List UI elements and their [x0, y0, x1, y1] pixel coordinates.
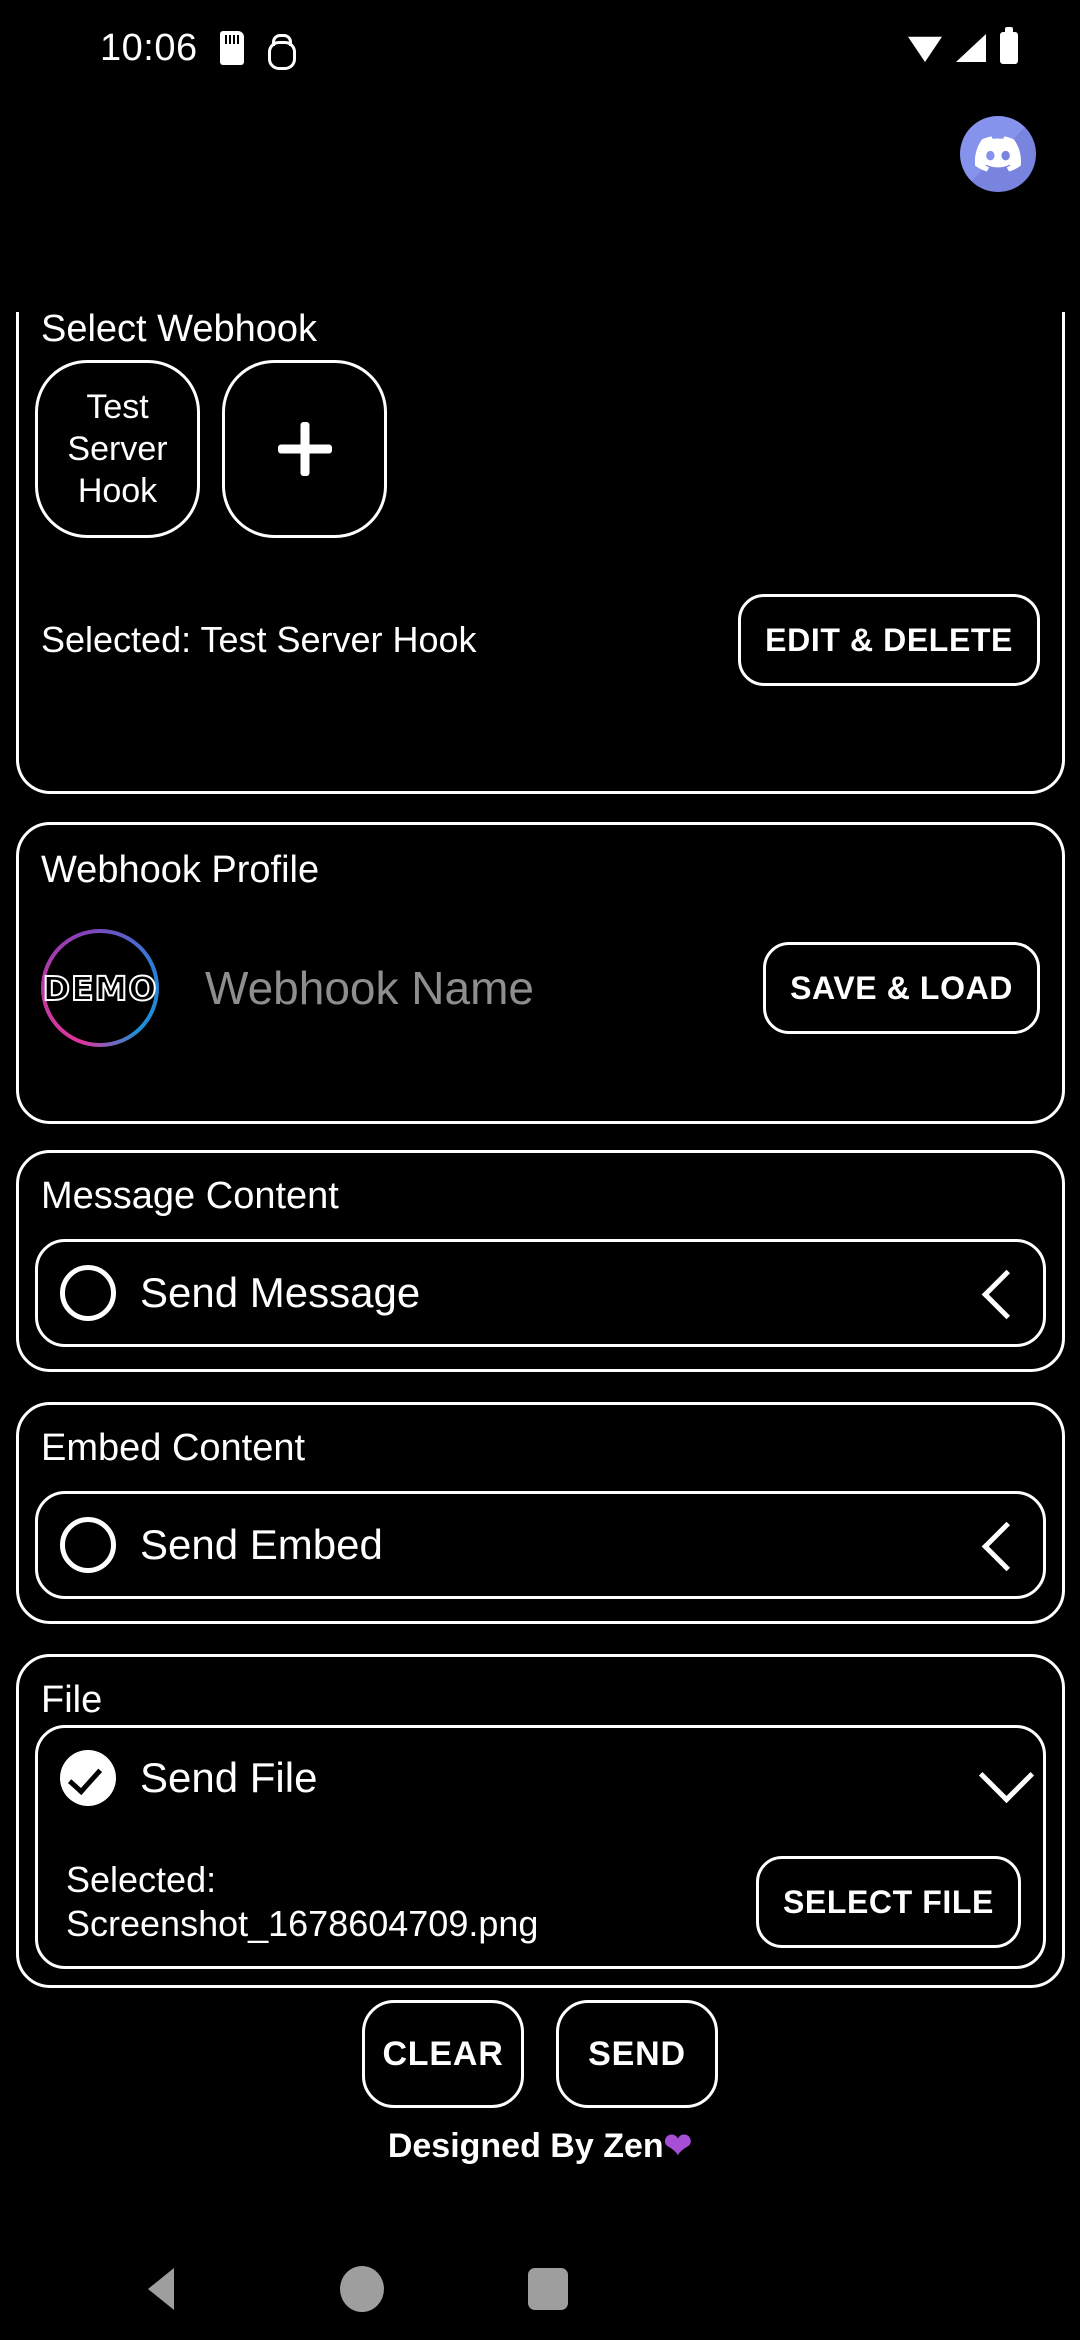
selected-webhook-text: Selected: Test Server Hook [41, 619, 477, 660]
app-bar [960, 116, 1050, 206]
clear-button[interactable]: CLEAR [362, 2000, 524, 2108]
chevron-left-icon[interactable] [987, 1519, 1021, 1571]
select-webhook-card: Select Webhook Test Server Hook Selected… [16, 308, 1065, 794]
heart-icon: ❤ [663, 2127, 693, 2165]
webhook-name-input[interactable]: Webhook Name [205, 961, 763, 1015]
avatar-label: DEMO [42, 968, 158, 1009]
webhook-profile-label: Webhook Profile [41, 849, 320, 891]
select-webhook-label: Select Webhook [41, 308, 318, 350]
webhook-profile-card: Webhook Profile DEMO Webhook Name SAVE &… [16, 822, 1065, 1124]
send-message-row[interactable]: Send Message [35, 1239, 1046, 1347]
back-triangle-icon[interactable] [148, 2268, 174, 2310]
footer-text: Designed By Zen [387, 2127, 664, 2165]
usb-debug-icon [266, 32, 296, 70]
avatar[interactable]: DEMO [41, 929, 159, 1047]
add-webhook-button[interactable] [222, 360, 387, 538]
chevron-down-icon[interactable] [987, 1752, 1021, 1804]
status-bar-left: 10:06 [100, 26, 296, 70]
action-buttons: CLEAR SEND [0, 2000, 1080, 2108]
send-button[interactable]: SEND [556, 2000, 718, 2108]
send-embed-row[interactable]: Send Embed [35, 1491, 1046, 1599]
file-selected-row: Selected: Screenshot_1678604709.png SELEC… [66, 1856, 1021, 1948]
discord-icon[interactable] [960, 116, 1036, 192]
webhook-chip-test-server-hook[interactable]: Test Server Hook [35, 360, 200, 538]
chevron-left-icon[interactable] [987, 1267, 1021, 1319]
send-embed-checkbox[interactable] [60, 1517, 116, 1573]
send-file-checkbox[interactable] [60, 1750, 116, 1806]
file-card: File Send File Selected: Screenshot_16786… [16, 1654, 1065, 1988]
signal-icon [956, 34, 986, 62]
file-inner-box: Send File Selected: Screenshot_1678604709… [35, 1725, 1046, 1969]
webhook-profile-row: DEMO Webhook Name SAVE & LOAD [41, 929, 1040, 1047]
recents-square-icon[interactable] [528, 2268, 568, 2310]
wifi-icon [908, 36, 942, 62]
battery-icon [1000, 27, 1018, 64]
edit-delete-button[interactable]: EDIT & DELETE [738, 594, 1040, 686]
footer-credit: Designed By Zen❤ [0, 2126, 1080, 2166]
send-file-row[interactable]: Send File [60, 1750, 1021, 1806]
select-file-button[interactable]: SELECT FILE [755, 1856, 1021, 1948]
clock: 10:06 [100, 26, 198, 69]
file-label: File [41, 1679, 103, 1721]
send-message-label: Send Message [140, 1269, 421, 1316]
message-content-card: Message Content Send Message [16, 1150, 1065, 1372]
file-selected-prefix: Selected: [66, 1859, 217, 1900]
home-circle-icon[interactable] [340, 2266, 384, 2312]
save-load-button[interactable]: SAVE & LOAD [763, 942, 1040, 1034]
sd-card-icon [219, 31, 244, 65]
status-bar: 10:06 [0, 0, 1080, 96]
message-content-label: Message Content [41, 1175, 339, 1217]
webhook-chip-row: Test Server Hook [35, 360, 387, 538]
file-selected-text: Selected: Screenshot_1678604709.png [66, 1858, 538, 1946]
file-selected-name: Screenshot_1678604709.png [66, 1903, 539, 1944]
send-message-checkbox[interactable] [60, 1265, 116, 1321]
send-embed-label: Send Embed [140, 1521, 383, 1568]
android-nav-bar [0, 2224, 1080, 2340]
avatar-inner: DEMO [42, 933, 158, 1043]
embed-content-label: Embed Content [41, 1427, 306, 1469]
send-file-label: Send File [140, 1754, 318, 1801]
embed-content-card: Embed Content Send Embed [16, 1402, 1065, 1624]
selected-webhook-row: Selected: Test Server Hook EDIT & DELETE [41, 594, 1040, 686]
phone-screen: 10:06 Select Webhook Test Server Hook Se… [0, 0, 1080, 2340]
status-bar-right [908, 27, 1018, 64]
